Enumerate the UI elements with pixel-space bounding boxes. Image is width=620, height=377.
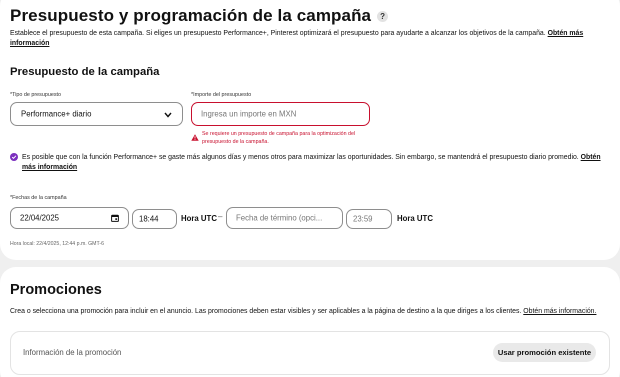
start-date-input[interactable]: 22/04/2025 <box>10 207 129 229</box>
utc-label-end: Hora UTC <box>397 214 433 223</box>
budget-amount-input[interactable]: Ingresa un importe en MXN <box>191 102 370 126</box>
performance-note-text: Es posible que con la función Performanc… <box>22 154 579 161</box>
use-existing-promotion-button[interactable]: Usar promoción existente <box>493 343 596 362</box>
start-time-value: 18:44 <box>139 214 159 224</box>
performance-note: Es posible que con la función Performanc… <box>22 153 606 173</box>
chevron-down-icon <box>164 112 172 118</box>
budget-description-text: Establece el presupuesto de esta campaña… <box>10 30 546 37</box>
budget-type-select[interactable]: Performance+ diario <box>10 102 183 126</box>
start-date-value: 22/04/2025 <box>20 213 60 223</box>
start-time-input[interactable]: 18:44 <box>132 209 177 229</box>
budget-amount-placeholder: Ingresa un importe en MXN <box>201 109 297 119</box>
budget-title-row: Presupuesto y programación de la campaña… <box>10 6 389 26</box>
budget-type-value: Performance+ diario <box>21 109 92 119</box>
end-date-input[interactable]: Fecha de término (opci... <box>226 207 343 229</box>
promotions-title: Promociones <box>10 282 102 298</box>
local-time-text: Hora local: 22/4/2025, 12:44 p.m. GMT-6 <box>10 241 104 247</box>
promotions-description: Crea o selecciona una promoción para inc… <box>10 307 610 317</box>
end-date-placeholder: Fecha de término (opci... <box>236 213 323 223</box>
budget-amount-label: *Importe del presupuesto <box>191 92 252 98</box>
promotions-description-text: Crea o selecciona una promoción para inc… <box>10 308 522 315</box>
warning-icon <box>191 134 199 141</box>
end-time-input[interactable]: 23:59 <box>346 209 392 229</box>
check-circle-icon <box>10 153 18 161</box>
budget-amount-error: Se requiere un presupuesto de campaña pa… <box>202 131 356 145</box>
budget-description: Establece el presupuesto de esta campaña… <box>10 29 610 49</box>
date-range-dash: – <box>218 212 223 221</box>
section-title: Presupuesto de la campaña <box>10 66 160 78</box>
promotion-info-label: Información de la promoción <box>23 348 122 357</box>
help-icon[interactable]: ? <box>377 11 389 22</box>
calendar-icon <box>111 214 119 222</box>
promotions-description-link[interactable]: Obtén más información. <box>523 308 596 315</box>
page-title: Presupuesto y programación de la campaña <box>10 6 372 25</box>
budget-type-label: *Tipo de presupuesto <box>10 92 62 98</box>
utc-label-start: Hora UTC <box>181 214 217 223</box>
end-time-placeholder: 23:59 <box>353 214 373 224</box>
promotion-info-box: Información de la promoción Usar promoci… <box>10 331 610 375</box>
campaign-dates-label: *Fechas de la campaña <box>10 195 67 201</box>
